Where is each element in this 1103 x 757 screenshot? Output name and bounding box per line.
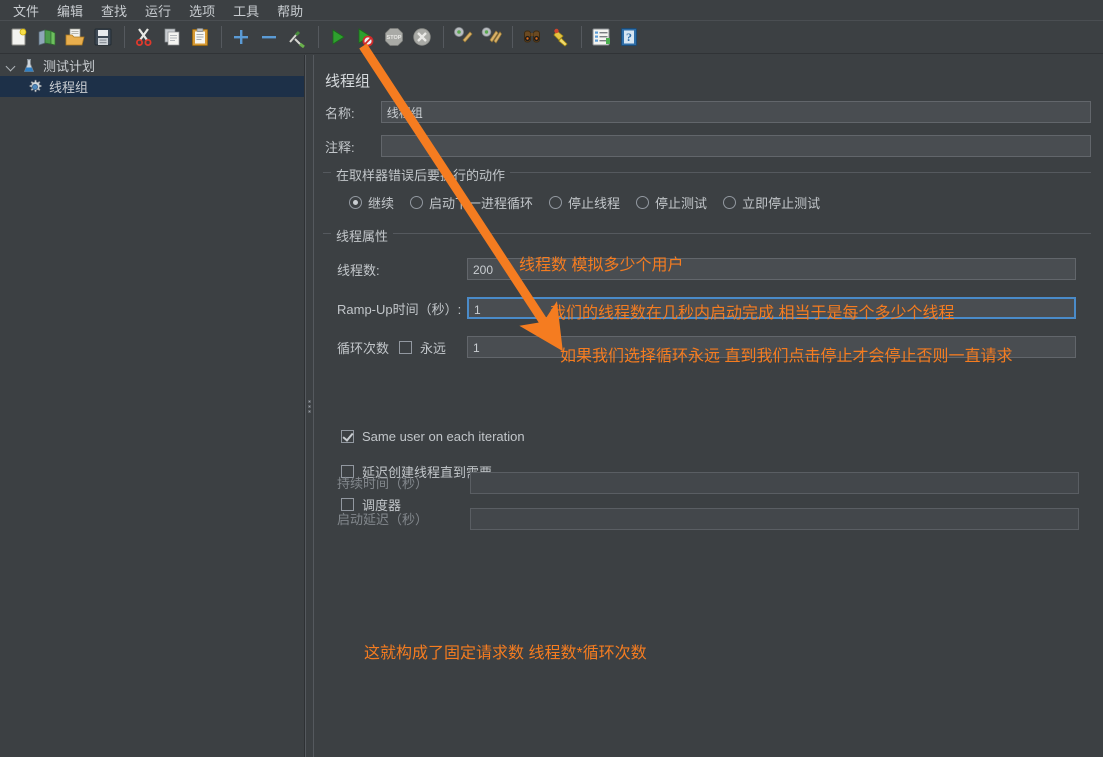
comments-input[interactable] bbox=[380, 135, 1091, 157]
page-title: 线程组 bbox=[325, 73, 371, 90]
new-document-icon[interactable] bbox=[6, 24, 32, 50]
menu-help[interactable]: 帮助 bbox=[268, 0, 312, 22]
loop-count-input[interactable]: 1 bbox=[467, 336, 1076, 358]
thread-properties-legend: 线程属性 bbox=[331, 226, 394, 245]
on-sampler-error-legend: 在取样器错误后要执行的动作 bbox=[331, 165, 511, 184]
tree-node-thread-group[interactable]: 线程组 bbox=[0, 76, 304, 97]
startup-delay-row: 启动延迟（秒） bbox=[337, 509, 470, 528]
clear-icon[interactable] bbox=[450, 24, 476, 50]
toolbar-separator bbox=[318, 26, 319, 48]
toolbar-separator bbox=[124, 26, 125, 48]
expand-all-plus-icon[interactable] bbox=[228, 24, 254, 50]
function-helper-icon[interactable] bbox=[588, 24, 614, 50]
loop-count-row: 循环次数 永远 1 bbox=[337, 336, 1076, 358]
tree-node-label: 测试计划 bbox=[43, 59, 96, 74]
start-play-icon[interactable] bbox=[325, 24, 351, 50]
chevron-down-icon[interactable] bbox=[4, 59, 18, 73]
menu-bar: 文件 编辑 查找 运行 选项 工具 帮助 bbox=[0, 0, 1103, 21]
comments-row: 注释: bbox=[325, 135, 1091, 157]
on-sampler-error-options: 继续 启动下一进程循环 停止线程 停止测试 立即停止测试 bbox=[349, 193, 836, 212]
radio-stop-test-icon[interactable] bbox=[636, 196, 650, 209]
shutdown-icon[interactable] bbox=[409, 24, 435, 50]
radio-start-next-loop-icon[interactable] bbox=[410, 196, 424, 209]
same-user-row[interactable]: Same user on each iteration bbox=[341, 429, 525, 444]
startup-delay-label: 启动延迟（秒） bbox=[337, 512, 429, 527]
radio-stop-test[interactable]: 停止测试 bbox=[636, 193, 707, 212]
name-input[interactable]: 线程组 bbox=[380, 101, 1091, 123]
ramp-up-row: Ramp-Up时间（秒）: 1 bbox=[337, 297, 1076, 319]
radio-continue[interactable]: 继续 bbox=[349, 193, 394, 212]
save-floppy-icon[interactable] bbox=[90, 24, 116, 50]
tree-node-test-plan[interactable]: 测试计划 bbox=[0, 55, 304, 76]
clear-all-icon[interactable] bbox=[478, 24, 504, 50]
radio-stop-thread-icon[interactable] bbox=[549, 196, 563, 209]
collapse-all-minus-icon[interactable] bbox=[256, 24, 282, 50]
paste-clipboard-icon[interactable] bbox=[187, 24, 213, 50]
forever-checkbox[interactable]: 永远 bbox=[399, 338, 467, 357]
ramp-up-input[interactable]: 1 bbox=[467, 297, 1076, 319]
toggle-enable-icon[interactable] bbox=[284, 24, 310, 50]
ramp-up-label: Ramp-Up时间（秒）: bbox=[337, 301, 462, 317]
duration-row: 持续时间（秒） bbox=[337, 473, 470, 492]
toolbar-separator bbox=[443, 26, 444, 48]
start-no-pauses-icon[interactable] bbox=[353, 24, 379, 50]
menu-search[interactable]: 查找 bbox=[92, 0, 136, 22]
loop-count-label: 循环次数 bbox=[337, 340, 390, 356]
num-threads-row: 线程数: 200 bbox=[337, 258, 1076, 280]
menu-tools[interactable]: 工具 bbox=[224, 0, 268, 22]
forever-checkbox-icon[interactable] bbox=[399, 340, 412, 354]
startup-delay-input[interactable] bbox=[470, 508, 1079, 530]
radio-start-next-loop[interactable]: 启动下一进程循环 bbox=[410, 193, 533, 212]
same-user-checkbox-icon[interactable] bbox=[341, 430, 354, 443]
open-templates-icon[interactable] bbox=[34, 24, 60, 50]
tree-node-label: 线程组 bbox=[49, 80, 89, 95]
thread-group-gear-icon bbox=[26, 78, 44, 96]
search-binoculars-icon[interactable] bbox=[519, 24, 545, 50]
copy-icon[interactable] bbox=[159, 24, 185, 50]
duration-label: 持续时间（秒） bbox=[337, 476, 429, 491]
menu-options[interactable]: 选项 bbox=[180, 0, 224, 22]
svg-text:?: ? bbox=[626, 30, 632, 44]
radio-continue-icon[interactable] bbox=[349, 196, 362, 209]
open-folder-icon[interactable] bbox=[62, 24, 88, 50]
stop-icon[interactable]: STOP bbox=[381, 24, 407, 50]
toolbar-separator bbox=[221, 26, 222, 48]
toolbar-separator bbox=[512, 26, 513, 48]
radio-stop-thread[interactable]: 停止线程 bbox=[549, 193, 620, 212]
same-user-checkbox[interactable]: Same user on each iteration bbox=[341, 429, 525, 444]
name-row: 名称: 线程组 bbox=[325, 101, 1091, 123]
test-plan-icon bbox=[20, 57, 38, 75]
svg-text:STOP: STOP bbox=[387, 35, 402, 41]
toolbar: STOP ? bbox=[0, 21, 1103, 54]
toolbar-separator bbox=[581, 26, 582, 48]
radio-stop-test-now[interactable]: 立即停止测试 bbox=[723, 193, 820, 212]
splitter-grip-icon bbox=[308, 399, 311, 413]
reset-search-icon[interactable] bbox=[547, 24, 573, 50]
duration-input[interactable] bbox=[470, 472, 1079, 494]
num-threads-label: 线程数: bbox=[337, 262, 380, 278]
help-icon[interactable]: ? bbox=[616, 24, 642, 50]
num-threads-input[interactable]: 200 bbox=[467, 258, 1076, 280]
cut-scissors-icon[interactable] bbox=[131, 24, 157, 50]
menu-file[interactable]: 文件 bbox=[4, 0, 48, 22]
menu-run[interactable]: 运行 bbox=[136, 0, 180, 22]
radio-stop-test-now-icon[interactable] bbox=[723, 196, 737, 209]
name-label: 名称: bbox=[325, 105, 355, 121]
comments-label: 注释: bbox=[325, 139, 355, 155]
thread-group-editor: 线程组 名称: 线程组 注释: 在取样器错误后要执行的动作 继续 启动下一进程循… bbox=[314, 55, 1103, 757]
menu-edit[interactable]: 编辑 bbox=[48, 0, 92, 22]
panel-splitter[interactable] bbox=[305, 55, 314, 757]
test-plan-tree[interactable]: 测试计划 线程组 bbox=[0, 55, 305, 757]
